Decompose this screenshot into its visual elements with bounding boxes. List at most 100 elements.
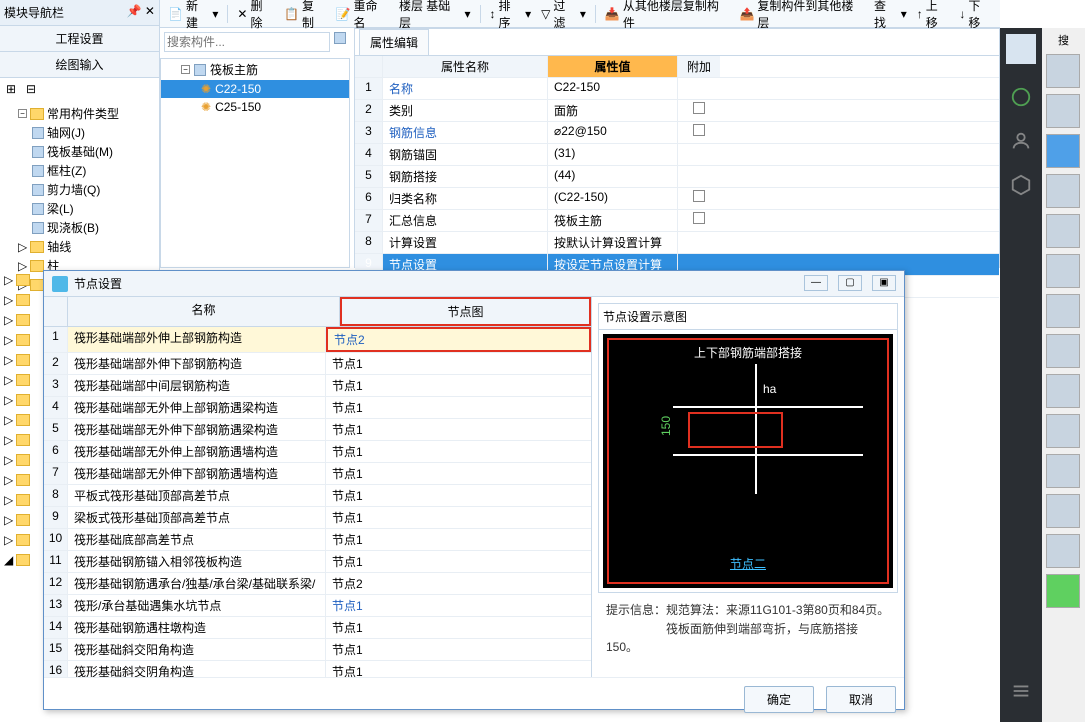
node-settings-dialog: 节点设置 — ▢ ▣ 名称 节点图 1筏形基础端部外伸上部钢筋构造节点22筏形基… [43,270,905,710]
sidebar-header: 模块导航栏 📌 ✕ [0,0,159,26]
minimize-button[interactable]: — [804,275,828,291]
dialog-titlebar[interactable]: 节点设置 — ▢ ▣ [44,271,904,297]
close-button[interactable]: ▣ [872,275,896,291]
table-row[interactable]: 10筏形基础底部高差节点节点1 [44,529,591,551]
tree-node[interactable]: 梁(L) [0,199,159,218]
component-item[interactable]: ✺C22-150 [161,80,349,98]
table-row[interactable]: 7筏形基础端部无外伸下部钢筋遇墙构造节点1 [44,463,591,485]
contact-thumb[interactable] [1046,334,1080,368]
contact-thumb[interactable] [1046,454,1080,488]
folder-icon [16,434,30,446]
menu-icon[interactable] [1010,680,1032,702]
table-row[interactable]: 13筏形/承台基础遇集水坑节点节点1 [44,595,591,617]
sidebar-pin-close[interactable]: 📌 ✕ [127,4,155,21]
folder-icon [16,534,30,546]
component-tree: −筏板主筋 ✺C22-150✺C25-150 [160,58,350,268]
search-label[interactable]: 搜 [1046,32,1081,48]
table-row[interactable]: 16筏形基础斜交阴角构造节点1 [44,661,591,677]
tree-node[interactable]: 剪力墙(Q) [0,180,159,199]
right-rail: 搜 [1000,28,1085,722]
table-row[interactable]: 4筏形基础端部无外伸上部钢筋遇梁构造节点1 [44,397,591,419]
tree-node[interactable]: 轴网(J) [0,123,159,142]
toolbar-icon-1[interactable]: ⊞ [6,82,20,96]
cancel-button[interactable]: 取消 [826,686,896,713]
tree-node[interactable]: 框柱(Z) [0,161,159,180]
contacts-icon[interactable] [1010,130,1032,152]
contact-thumb[interactable] [1046,414,1080,448]
cube-icon[interactable] [1010,174,1032,196]
prop-row[interactable]: 7汇总信息筏板主筋 [355,210,999,232]
prop-row[interactable]: 1名称C22-150 [355,78,999,100]
table-row[interactable]: 2筏形基础端部外伸下部钢筋构造节点1 [44,353,591,375]
table-row[interactable]: 1筏形基础端部外伸上部钢筋构造节点2 [44,327,591,353]
contact-thumb[interactable] [1046,374,1080,408]
table-row[interactable]: 11筏形基础钢筋锚入相邻筏板构造节点1 [44,551,591,573]
node-table: 名称 节点图 1筏形基础端部外伸上部钢筋构造节点22筏形基础端部外伸下部钢筋构造… [44,297,592,677]
prop-header: 属性名称 属性值 附加 [355,56,999,78]
folder-icon [16,374,30,386]
prop-row[interactable]: 4钢筋锚固(31) [355,144,999,166]
contact-thumb[interactable] [1046,134,1080,168]
folder-icon [16,314,30,326]
prop-row[interactable]: 2类别面筋 [355,100,999,122]
tab-draw-input[interactable]: 绘图输入 [0,52,159,78]
contact-thumb[interactable] [1046,174,1080,208]
table-row[interactable]: 12筏形基础钢筋遇承台/独基/承台梁/基础联系梁/节点2 [44,573,591,595]
maximize-button[interactable]: ▢ [838,275,862,291]
prop-row[interactable]: 8计算设置按默认计算设置计算 [355,232,999,254]
contact-thumb[interactable] [1046,574,1080,608]
table-row[interactable]: 15筏形基础斜交阳角构造节点1 [44,639,591,661]
prop-row[interactable]: 6归类名称(C22-150) [355,188,999,210]
contact-thumbs: 搜 [1042,28,1085,722]
sidebar-title: 模块导航栏 [4,4,64,21]
contact-thumb[interactable] [1046,494,1080,528]
folder-icon [16,414,30,426]
property-panel: 属性编辑 属性名称 属性值 附加 1名称C22-1502类别面筋3钢筋信息⌀22… [354,28,1000,268]
preview-canvas: 上下部钢筋端部搭接 ha 150 节点二 [603,334,893,588]
table-row[interactable]: 3筏形基础端部中间层钢筋构造节点1 [44,375,591,397]
folder-icon [16,354,30,366]
contact-thumb[interactable] [1046,54,1080,88]
node-link[interactable]: 节点二 [603,555,893,572]
tab-project-settings[interactable]: 工程设置 [0,26,159,52]
folder-icon [16,474,30,486]
table-row[interactable]: 6筏形基础端部无外伸上部钢筋遇墙构造节点1 [44,441,591,463]
contact-thumb[interactable] [1046,94,1080,128]
chat-icon[interactable] [1010,86,1032,108]
search-icon[interactable] [334,32,346,44]
property-tab[interactable]: 属性编辑 [359,29,429,55]
avatar[interactable] [1006,34,1036,64]
component-item[interactable]: ✺C25-150 [161,98,349,116]
table-row[interactable]: 5筏形基础端部无外伸下部钢筋遇梁构造节点1 [44,419,591,441]
tree-node[interactable]: 筏板基础(M) [0,142,159,161]
contact-thumb[interactable] [1046,294,1080,328]
tree-root[interactable]: −筏板主筋 [161,59,349,80]
main-toolbar: 📄新建▾ ✕删除 📋复制 📝重命名 楼层 基础层▾ ↕排序▾ ▽过滤▾ 📥从其他… [160,0,1000,28]
contact-thumb[interactable] [1046,254,1080,288]
ok-button[interactable]: 确定 [744,686,814,713]
folder-icon [16,294,30,306]
preview-title: 节点设置示意图 [599,304,897,330]
contact-thumb[interactable] [1046,214,1080,248]
prop-row[interactable]: 3钢筋信息⌀22@150 [355,122,999,144]
search-input[interactable] [164,32,330,52]
hint-text: 提示信息：规范算法：来源11G101-3第80页和84页。 提示信息：筏板面筋伸… [598,593,898,665]
dialog-title: 节点设置 [74,275,122,292]
col-node-pic[interactable]: 节点图 [340,297,591,326]
table-row[interactable]: 8平板式筏形基础顶部高差节点节点1 [44,485,591,507]
dialog-icon [52,276,68,292]
col-name[interactable]: 名称 [68,297,340,326]
table-row[interactable]: 14筏形基础钢筋遇柱墩构造节点1 [44,617,591,639]
search-row [160,28,350,56]
folder-icon [16,394,30,406]
tree-node[interactable]: ▷轴线 [0,237,159,256]
prop-row[interactable]: 5钢筋搭接(44) [355,166,999,188]
folder-icon [16,334,30,346]
sidebar-tree: −常用构件类型轴网(J)筏板基础(M)框柱(Z)剪力墙(Q)梁(L)现浇板(B)… [0,100,159,298]
left-tree-continuation: ▷ ▷ ▷ ▷ ▷ ▷ ▷ ▷ ▷ ▷ ▷ ▷ ▷ ▷ ◢ [0,270,40,722]
tree-node[interactable]: −常用构件类型 [0,104,159,123]
contact-thumb[interactable] [1046,534,1080,568]
tree-node[interactable]: 现浇板(B) [0,218,159,237]
toolbar-icon-2[interactable]: ⊟ [26,82,40,96]
table-row[interactable]: 9梁板式筏形基础顶部高差节点节点1 [44,507,591,529]
